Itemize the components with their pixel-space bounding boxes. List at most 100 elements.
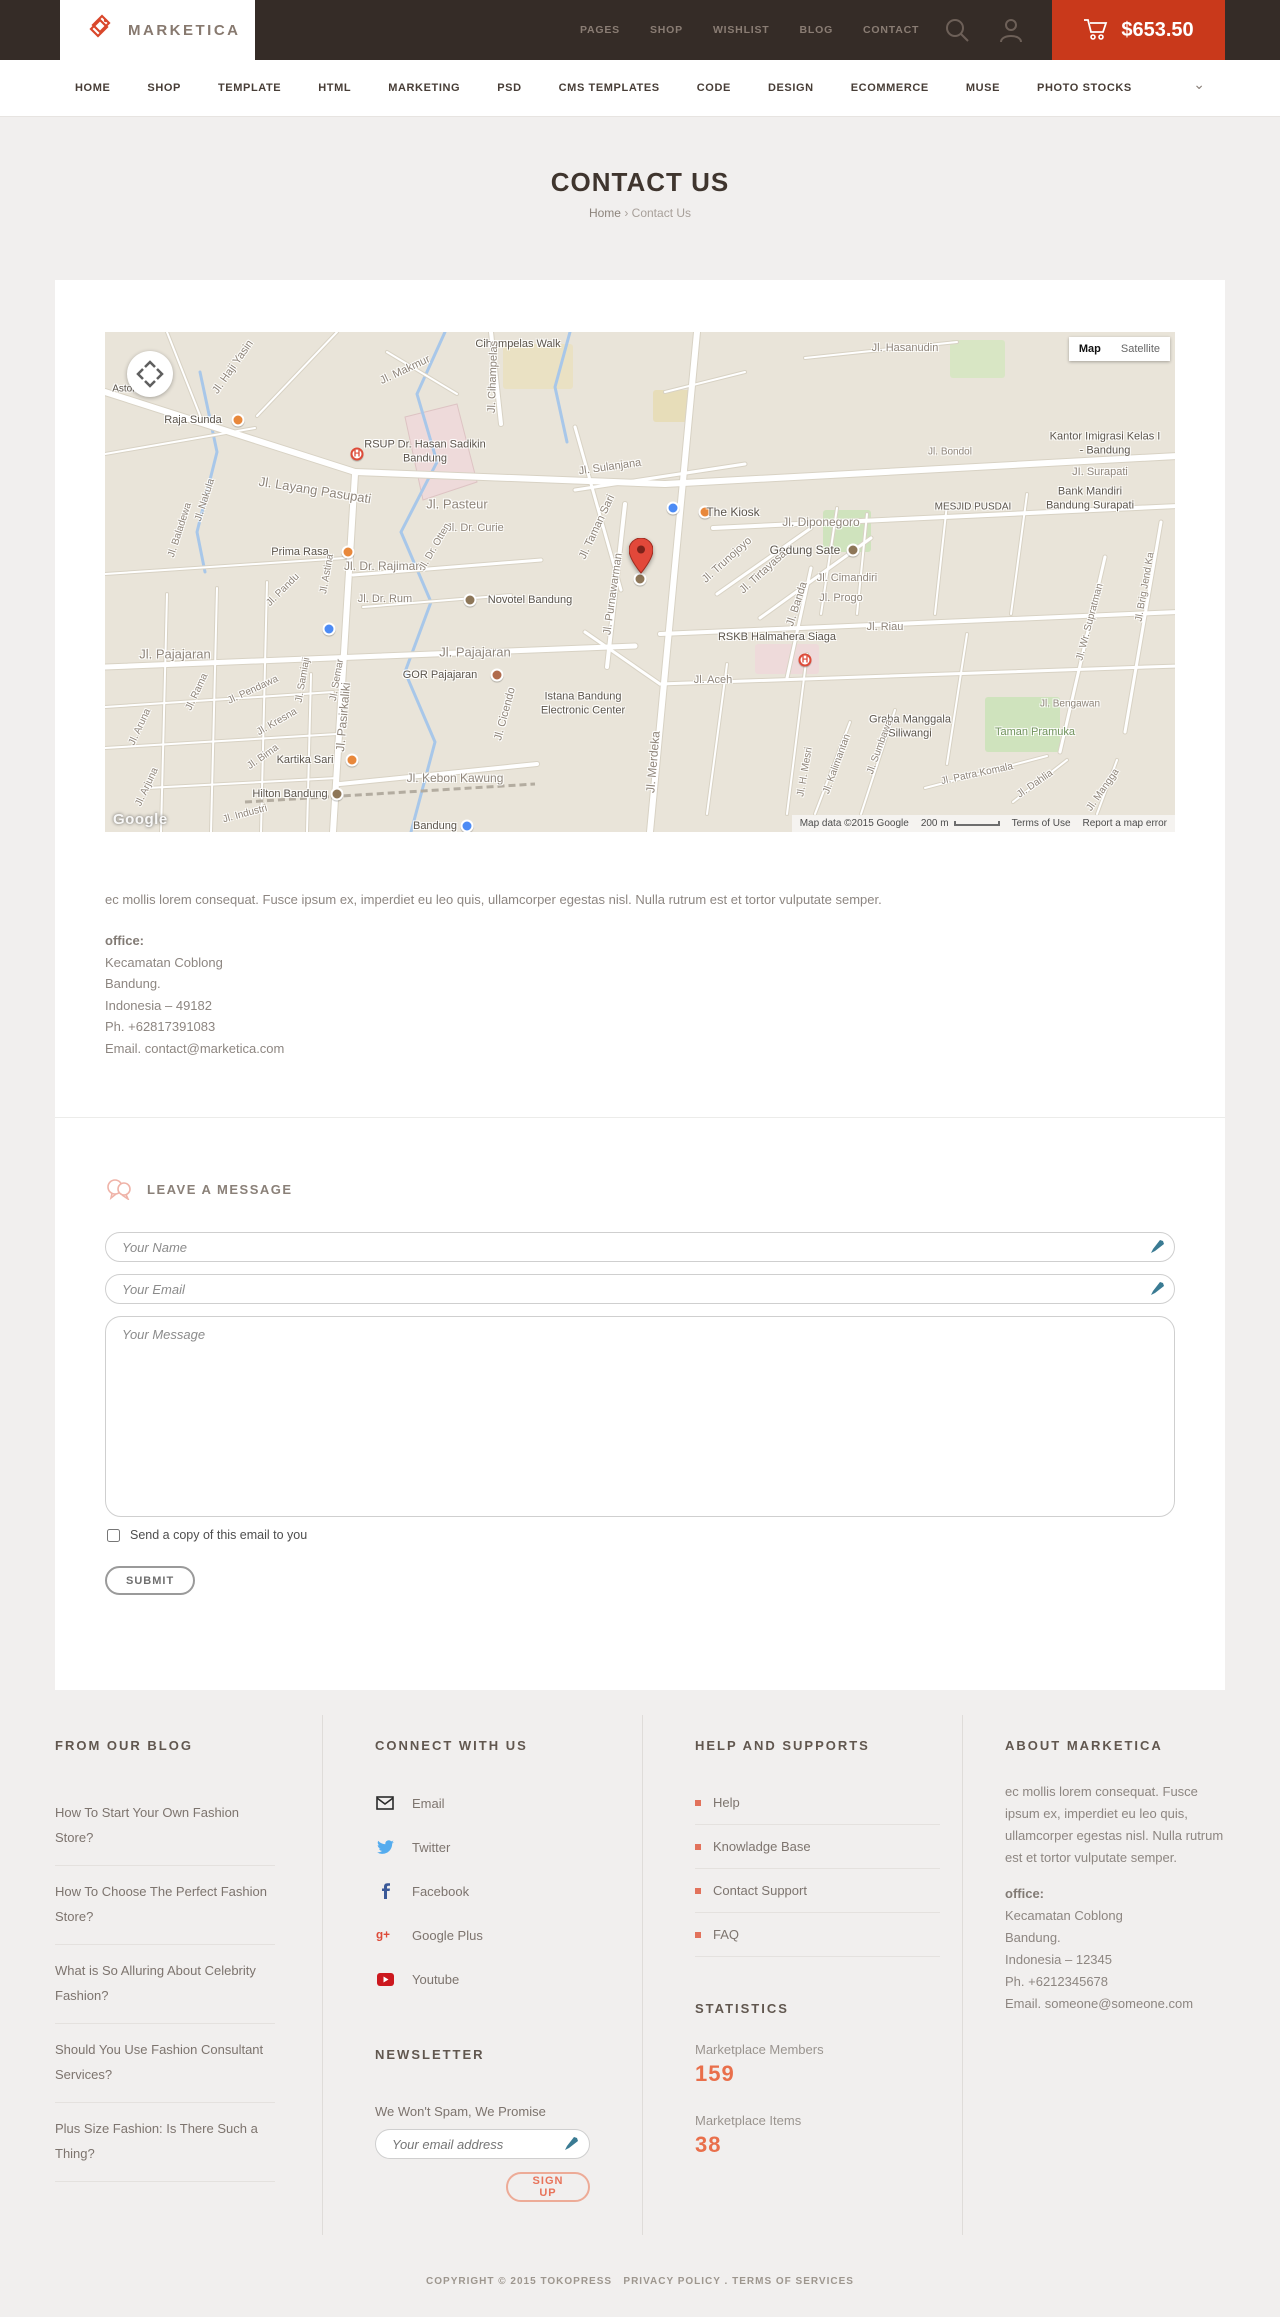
pen-icon [1151, 1282, 1164, 1295]
blog-link[interactable]: Should You Use Fashion Consultant Servic… [55, 2024, 275, 2103]
main-menu-item[interactable]: PSD [497, 82, 521, 94]
privacy-link[interactable]: PRIVACY POLICY [623, 2276, 720, 2287]
tos-link[interactable]: TERMS OF SERVICES [732, 2276, 854, 2287]
email-input[interactable] [105, 1274, 1175, 1304]
map-data-copyright: Map data ©2015 Google [799, 818, 909, 829]
user-icon[interactable] [998, 17, 1024, 43]
send-copy-checkbox[interactable] [107, 1528, 120, 1542]
main-menu-item[interactable]: ECOMMERCE [851, 82, 929, 94]
social-link[interactable]: g+ Google Plus [375, 1913, 590, 1957]
main-menu-item[interactable]: TEMPLATE [218, 82, 281, 94]
breadcrumb: Home › Contact Us [0, 206, 1280, 220]
map-pan-control[interactable] [127, 351, 173, 397]
search-icon[interactable] [944, 17, 970, 43]
header-nav-item[interactable]: PAGES [580, 24, 620, 36]
stat-value: 38 [695, 2132, 722, 2157]
footer: FROM OUR BLOG How To Start Your Own Fash… [0, 1690, 1280, 2317]
submit-button[interactable]: SUBMIT [105, 1566, 196, 1595]
map-type-satellite-button[interactable]: Satellite [1110, 337, 1170, 361]
social-label: Google Plus [412, 1927, 483, 1943]
about-office-line: Email. someone@someone.com [1005, 1996, 1194, 2011]
youtube-icon [375, 1972, 395, 1986]
contact-page: MARKETICA PAGES SHOP WISHLIST BLOG CONTACT $… [0, 0, 1280, 2317]
cart-icon [1084, 19, 1108, 40]
content-card: H H Cihampelas Walk Jl. Hasanudin Raja Sunda… [55, 280, 1225, 1690]
breadcrumb-home[interactable]: Home [589, 206, 621, 220]
about-office-line: Kecamatan Coblong [1005, 1908, 1123, 1923]
poi-icon [463, 593, 477, 607]
blog-link[interactable]: How To Start Your Own Fashion Store? [55, 1787, 275, 1866]
header-nav-item[interactable]: CONTACT [863, 24, 919, 36]
blog-link[interactable]: How To Choose The Perfect Fashion Store? [55, 1866, 275, 1945]
blog-heading: FROM OUR BLOG [55, 1738, 193, 1753]
header-nav-item[interactable]: BLOG [800, 24, 834, 36]
twitter-icon [375, 1840, 395, 1854]
scale-bar-icon [953, 821, 1000, 826]
pen-icon [1151, 1240, 1164, 1253]
social-link[interactable]: Twitter [375, 1825, 590, 1869]
help-link[interactable]: Contact Support [695, 1869, 940, 1913]
poi-icon [231, 413, 245, 427]
main-menu-item[interactable]: PHOTO STOCKS [1037, 82, 1132, 94]
help-label: Contact Support [713, 1883, 807, 1898]
poi-icon [846, 543, 860, 557]
blog-link[interactable]: What is So Alluring About Celebrity Fash… [55, 1945, 275, 2024]
logo[interactable]: MARKETICA [60, 0, 255, 60]
report-error-link[interactable]: Report a map error [1083, 818, 1167, 829]
office-line: Bandung. [105, 976, 161, 991]
chat-bubbles-icon [107, 1179, 131, 1200]
stats-list: Marketplace Members 159 Marketplace Item… [695, 2042, 940, 2158]
poi-icon [341, 545, 355, 559]
main-menu-item[interactable]: SHOP [147, 82, 181, 94]
main-menu-item[interactable]: DESIGN [768, 82, 814, 94]
office-line: Kecamatan Coblong [105, 954, 223, 970]
about-office-line: Bandung. [1005, 1930, 1061, 1945]
help-link[interactable]: FAQ [695, 1913, 940, 1957]
office-line: Indonesia – 49182 [105, 997, 212, 1013]
newsletter-heading: NEWSLETTER [375, 2047, 485, 2062]
footer-about-column: ABOUT MARKETICA ec mollis lorem consequa… [1005, 1738, 1225, 2015]
form-heading-label: LEAVE A MESSAGE [147, 1181, 293, 1197]
office-line: Email. contact@marketica.com [105, 1040, 285, 1056]
signup-button[interactable]: SIGN UP [506, 2172, 590, 2202]
header-nav-item[interactable]: SHOP [650, 24, 683, 36]
message-textarea[interactable] [105, 1316, 1175, 1517]
tag-logo-icon [89, 14, 111, 38]
about-office-line: Ph. +6212345678 [1005, 1974, 1109, 1989]
footer-divider [962, 1715, 963, 2235]
copyright-text: COPYRIGHT © 2015 TOKOPRESS [426, 2276, 613, 2287]
chevron-down-icon[interactable]: ⌄ [1193, 76, 1205, 93]
terms-link[interactable]: Terms of Use [1012, 818, 1071, 829]
bullet-icon [695, 1931, 701, 1938]
cart-button[interactable]: $653.50 [1052, 0, 1225, 60]
poi-icon [633, 572, 647, 586]
main-menu-item[interactable]: HTML [318, 82, 351, 94]
about-heading: ABOUT MARKETICA [1005, 1738, 1163, 1753]
help-link[interactable]: Help [695, 1781, 940, 1825]
main-menu-item[interactable]: MARKETING [388, 82, 460, 94]
newsletter-email-input[interactable] [375, 2129, 590, 2159]
social-link[interactable]: Facebook [375, 1869, 590, 1913]
office-info: office: Kecamatan Coblong Bandung. Indones… [105, 930, 284, 1059]
name-input[interactable] [105, 1232, 1175, 1262]
office-lines: Kecamatan Coblong Bandung. Indonesia – 491… [105, 952, 284, 1060]
main-menu-item[interactable]: HOME [75, 82, 110, 94]
map-attribution: Map data ©2015 Google 200 m Terms of Use… [791, 815, 1175, 832]
google-plus-icon: g+ [376, 1929, 390, 1942]
social-link[interactable]: Youtube [375, 1957, 590, 2001]
google-map[interactable]: H H Cihampelas Walk Jl. Hasanudin Raja Sunda… [105, 332, 1175, 832]
social-link[interactable]: Email [375, 1781, 590, 1825]
stat-label: Marketplace Items [695, 2113, 802, 2128]
help-link[interactable]: Knowladge Base [695, 1825, 940, 1869]
main-menu-item[interactable]: MUSE [966, 82, 1000, 94]
bullet-icon [695, 1843, 701, 1850]
header-nav-item[interactable]: WISHLIST [713, 24, 770, 36]
poi-icon [345, 753, 359, 767]
map-type-map-button[interactable]: Map [1068, 337, 1111, 361]
googleplus-icon: g+ [375, 1928, 395, 1942]
map-marker-icon[interactable] [629, 538, 653, 574]
main-menu-item[interactable]: CMS TEMPLATES [559, 82, 660, 94]
blog-link[interactable]: Plus Size Fashion: Is There Such a Thing… [55, 2103, 275, 2182]
main-menu: HOME SHOP TEMPLATE HTML MARKETING PSD CMS TEMP… [0, 60, 1280, 117]
main-menu-item[interactable]: CODE [697, 82, 731, 94]
